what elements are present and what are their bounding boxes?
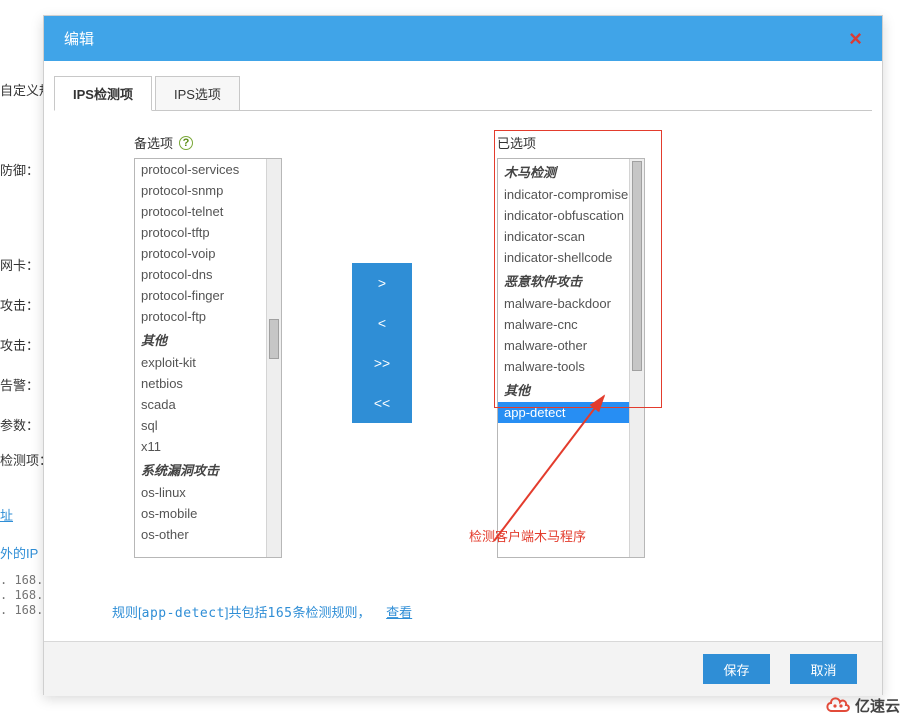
list-item[interactable]: protocol-finger bbox=[135, 285, 266, 306]
add-button[interactable]: > bbox=[352, 263, 412, 303]
list-item[interactable]: os-linux bbox=[135, 482, 266, 503]
selected-scrollbar[interactable] bbox=[629, 159, 644, 557]
tab-content: 备选项 ? protocol-servicesprotocol-snmpprot… bbox=[54, 111, 872, 641]
rule-count: 165 bbox=[268, 606, 293, 621]
remove-button[interactable]: < bbox=[352, 303, 412, 343]
close-icon[interactable]: × bbox=[849, 26, 862, 52]
scrollbar-thumb[interactable] bbox=[269, 319, 279, 359]
tab-strip: IPS检测项 IPS选项 bbox=[54, 76, 872, 111]
list-item: 其他 bbox=[135, 327, 266, 352]
bg-label: 攻击： bbox=[0, 295, 39, 314]
bg-label: 防御： bbox=[0, 160, 39, 179]
bg-label: 告警： bbox=[0, 375, 39, 394]
list-item[interactable]: indicator-shellcode bbox=[498, 247, 629, 268]
bg-caption: 外的IP bbox=[0, 543, 38, 562]
list-item[interactable]: os-other bbox=[135, 524, 266, 545]
watermark-text: 亿速云 bbox=[855, 695, 900, 716]
list-item[interactable]: malware-tools bbox=[498, 356, 629, 377]
rule-text: ]共包括 bbox=[225, 605, 268, 620]
rule-text: 规则[ bbox=[112, 605, 142, 620]
list-item: 其他 bbox=[498, 377, 629, 402]
cancel-button[interactable]: 取消 bbox=[790, 654, 857, 684]
bg-label: 攻击： bbox=[0, 335, 39, 354]
tab-ips-detection[interactable]: IPS检测项 bbox=[54, 76, 152, 111]
modal-title: 编辑 bbox=[64, 28, 94, 49]
list-item[interactable]: protocol-telnet bbox=[135, 201, 266, 222]
transfer-widget: 备选项 ? protocol-servicesprotocol-snmpprot… bbox=[84, 133, 872, 558]
list-item[interactable]: protocol-ftp bbox=[135, 306, 266, 327]
save-button[interactable]: 保存 bbox=[703, 654, 770, 684]
watermark-logo-icon bbox=[825, 693, 851, 717]
list-item[interactable]: protocol-tftp bbox=[135, 222, 266, 243]
scrollbar-thumb[interactable] bbox=[632, 161, 642, 371]
tab-ips-options[interactable]: IPS选项 bbox=[155, 76, 240, 110]
list-item[interactable]: scada bbox=[135, 394, 266, 415]
list-item[interactable]: protocol-voip bbox=[135, 243, 266, 264]
available-list[interactable]: protocol-servicesprotocol-snmpprotocol-t… bbox=[135, 159, 266, 557]
modal-body: IPS检测项 IPS选项 备选项 ? protocol-servicesprot… bbox=[44, 61, 882, 641]
list-item[interactable]: os-mobile bbox=[135, 503, 266, 524]
rule-name: app-detect bbox=[142, 606, 225, 621]
bg-link: 址 bbox=[0, 505, 13, 524]
watermark: 亿速云 bbox=[825, 693, 900, 717]
available-label-text: 备选项 bbox=[134, 133, 173, 152]
available-column: 备选项 ? protocol-servicesprotocol-snmpprot… bbox=[134, 133, 282, 558]
list-item[interactable]: protocol-dns bbox=[135, 264, 266, 285]
list-item[interactable]: indicator-compromise bbox=[498, 184, 629, 205]
list-item: 恶意软件攻击 bbox=[498, 268, 629, 293]
list-item: 系统漏洞攻击 bbox=[135, 457, 266, 482]
rule-text: 条检测规则， bbox=[293, 605, 371, 620]
list-item[interactable]: protocol-snmp bbox=[135, 180, 266, 201]
list-item[interactable]: protocol-services bbox=[135, 159, 266, 180]
add-all-button[interactable]: >> bbox=[352, 343, 412, 383]
list-item[interactable]: x11 bbox=[135, 436, 266, 457]
list-item[interactable]: exploit-kit bbox=[135, 352, 266, 373]
modal-footer: 保存 取消 bbox=[44, 641, 882, 696]
list-item[interactable]: sql bbox=[135, 415, 266, 436]
list-item[interactable]: malware-other bbox=[498, 335, 629, 356]
selected-label: 已选项 bbox=[497, 133, 645, 152]
view-rules-link[interactable]: 查看 bbox=[386, 605, 412, 620]
bg-label: 参数： bbox=[0, 415, 39, 434]
help-icon[interactable]: ? bbox=[179, 136, 193, 150]
selected-listbox[interactable]: 木马检测indicator-compromiseindicator-obfusc… bbox=[497, 158, 645, 558]
annotation-text: 检测客户端木马程序 bbox=[469, 526, 586, 545]
bg-label: 网卡： bbox=[0, 255, 39, 274]
list-item[interactable]: indicator-obfuscation bbox=[498, 205, 629, 226]
list-item[interactable]: malware-backdoor bbox=[498, 293, 629, 314]
selected-list[interactable]: 木马检测indicator-compromiseindicator-obfusc… bbox=[498, 159, 629, 557]
list-item[interactable]: indicator-scan bbox=[498, 226, 629, 247]
selected-column: 已选项 木马检测indicator-compromiseindicator-ob… bbox=[497, 133, 645, 558]
selected-label-text: 已选项 bbox=[497, 133, 536, 152]
list-item[interactable]: netbios bbox=[135, 373, 266, 394]
available-label: 备选项 ? bbox=[134, 133, 282, 152]
remove-all-button[interactable]: << bbox=[352, 383, 412, 423]
modal-header: 编辑 × bbox=[44, 16, 882, 61]
list-item: 木马检测 bbox=[498, 159, 629, 184]
available-listbox[interactable]: protocol-servicesprotocol-snmpprotocol-t… bbox=[134, 158, 282, 558]
rule-summary-line: 规则[app-detect]共包括165条检测规则， 查看 bbox=[112, 602, 412, 621]
transfer-buttons: > < >> << bbox=[352, 263, 412, 423]
edit-modal: 编辑 × IPS检测项 IPS选项 备选项 ? protocol-service… bbox=[43, 15, 883, 695]
available-scrollbar[interactable] bbox=[266, 159, 281, 557]
list-item[interactable]: app-detect bbox=[498, 402, 629, 423]
list-item[interactable]: malware-cnc bbox=[498, 314, 629, 335]
